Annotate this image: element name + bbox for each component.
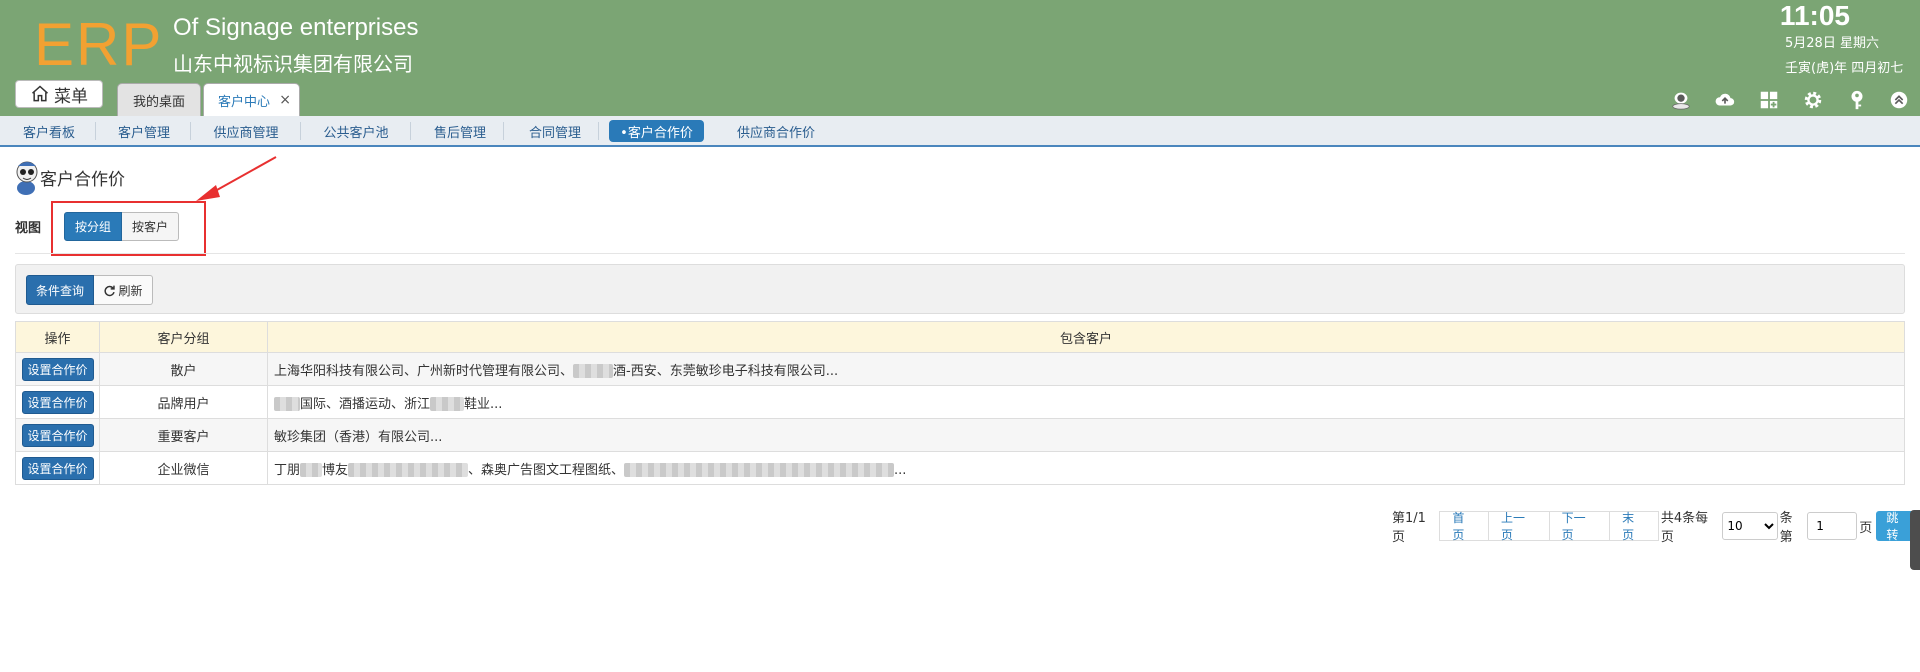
first-page-button[interactable]: 首页 — [1439, 511, 1490, 542]
user-icon[interactable] — [1668, 87, 1694, 113]
table-row: 设置合作价 品牌用户 国际、酒播运动、浙江 鞋业... — [15, 385, 1905, 419]
nav-divider — [95, 122, 96, 140]
set-price-button[interactable]: 设置合作价 — [21, 456, 94, 480]
mascot-icon — [16, 161, 38, 195]
group-cell: 企业微信 — [99, 451, 268, 485]
per-unit-text: 条第 — [1779, 511, 1793, 545]
redacted-text — [624, 463, 895, 477]
pagination: 第1/1页 首页 上一页 下一页 末页 共4条每页 10 条第 页 跳转 — [1392, 511, 1920, 545]
nav-divider — [300, 122, 301, 140]
table-row: 设置合作价 散户 上海华阳科技有限公司、广州新时代管理有限公司、 酒-西安、东莞敏… — [15, 352, 1905, 386]
nav-item-supplier-management[interactable]: 供应商管理 — [200, 120, 292, 142]
tab-customer-center[interactable]: 客户中心 × — [203, 83, 300, 116]
tab-my-desktop[interactable]: 我的桌面 — [117, 83, 201, 116]
refresh-label: 刷新 — [118, 283, 143, 298]
page-unit-text: 页 — [1859, 520, 1873, 536]
clock-time: 11:05 — [1779, 0, 1850, 31]
company-name-en: Of Signage enterprises — [173, 14, 419, 41]
page-info: 第1/1页 — [1392, 511, 1426, 545]
customers-cell: 上海华阳科技有限公司、广州新时代管理有限公司、 酒-西安、东莞敏珍电子科技有限公司… — [267, 352, 1905, 386]
column-header-action: 操作 — [15, 321, 100, 353]
customers-text: 丁朋 — [274, 462, 301, 478]
customers-text: 鞋业... — [464, 396, 503, 412]
menu-button-label: 菜单 — [54, 86, 88, 107]
table-row: 设置合作价 重要客户 敏珍集团（香港）有限公司... — [15, 418, 1905, 452]
group-cell: 品牌用户 — [99, 385, 268, 419]
redacted-text — [573, 364, 614, 378]
tab-close-icon[interactable]: × — [279, 92, 291, 108]
column-header-customers: 包含客户 — [267, 321, 1905, 353]
customers-cell: 国际、酒播运动、浙江 鞋业... — [267, 385, 1905, 419]
nav-item-supplier-price[interactable]: 供应商合作价 — [725, 120, 827, 142]
refresh-icon — [104, 285, 116, 296]
redacted-text — [300, 463, 323, 477]
app-header: ERP Of Signage enterprises 山东中视标识集团有限公司 … — [0, 0, 1920, 116]
nav-item-customer-price[interactable]: •客户合作价 — [609, 120, 704, 142]
home-icon — [32, 85, 48, 102]
view-label: 视图 — [15, 221, 42, 236]
page-size-select[interactable]: 10 — [1722, 512, 1778, 540]
nav-item-customer-board[interactable]: 客户看板 — [10, 120, 88, 142]
column-header-group: 客户分组 — [99, 321, 268, 353]
cloud-icon[interactable] — [1712, 87, 1738, 113]
annotation-highlight-box — [51, 201, 206, 256]
redacted-text — [348, 463, 469, 477]
table-toolbar: 条件查询 刷新 — [15, 264, 1905, 314]
nav-divider — [598, 122, 599, 140]
tab-label: 我的桌面 — [132, 94, 185, 110]
customers-text: 国际、酒播运动、浙江 — [300, 396, 431, 412]
customers-cell: 敏珍集团（香港）有限公司... — [267, 418, 1905, 452]
table-header-row: 操作 客户分组 包含客户 — [15, 321, 1905, 353]
nav-divider — [190, 122, 191, 140]
menu-button[interactable]: 菜单 — [15, 80, 103, 108]
redacted-text — [430, 397, 465, 411]
nav-divider — [503, 122, 504, 140]
customers-cell: 丁朋 博友 、森奥广告图文工程图纸、... — [267, 451, 1905, 485]
key-icon[interactable] — [1844, 87, 1870, 113]
section-divider — [15, 253, 1905, 254]
collapse-icon[interactable] — [1886, 87, 1912, 113]
customers-text: 、森奥广告图文工程图纸、 — [468, 462, 625, 478]
company-name-cn: 山东中视标识集团有限公司 — [173, 52, 413, 76]
apps-icon[interactable] — [1756, 87, 1782, 113]
refresh-button[interactable]: 刷新 — [94, 275, 153, 305]
gear-icon[interactable] — [1800, 87, 1826, 113]
group-cell: 重要客户 — [99, 418, 268, 452]
condition-query-button[interactable]: 条件查询 — [26, 275, 94, 305]
jump-page-input[interactable] — [1807, 512, 1858, 540]
customers-text: 酒-西安、东莞敏珍电子科技有限公司... — [613, 363, 839, 379]
next-page-button[interactable]: 下一页 — [1548, 511, 1611, 542]
nav-divider — [410, 122, 411, 140]
customer-group-table: 操作 客户分组 包含客户 设置合作价 散户 上海华阳科技有限公司、广州新时代管理… — [15, 321, 1905, 485]
erp-logo: ERP — [34, 11, 164, 78]
group-cell: 散户 — [99, 352, 268, 386]
page-title: 客户合作价 — [40, 170, 125, 190]
annotation-arrow-icon — [196, 156, 277, 201]
module-nav: 客户看板 客户管理 供应商管理 公共客户池 售后管理 合同管理 •客户合作价 供… — [0, 116, 1920, 147]
table-row: 设置合作价 企业微信 丁朋 博友 、森奥广告图文工程图纸、... — [15, 451, 1905, 485]
clock-lunar-date: 壬寅(虎)年 四月初七 — [1785, 61, 1904, 76]
nav-item-after-sales[interactable]: 售后管理 — [420, 120, 500, 142]
set-price-button[interactable]: 设置合作价 — [21, 390, 94, 414]
nav-item-public-customer-pool[interactable]: 公共客户池 — [310, 120, 402, 142]
redacted-text — [274, 397, 300, 411]
nav-item-contract-management[interactable]: 合同管理 — [515, 120, 595, 142]
clock-date: 5月28日 星期六 — [1785, 36, 1879, 51]
customers-text: 敏珍集团（香港）有限公司... — [274, 429, 443, 445]
tab-label: 客户中心 — [218, 94, 271, 110]
nav-item-customer-management[interactable]: 客户管理 — [105, 120, 183, 142]
total-count-text: 共4条每页 — [1660, 511, 1709, 545]
set-price-button[interactable]: 设置合作价 — [21, 423, 94, 447]
customers-text: ... — [894, 462, 907, 478]
set-price-button[interactable]: 设置合作价 — [21, 357, 94, 381]
last-page-button[interactable]: 末页 — [1609, 511, 1659, 542]
customers-text: 上海华阳科技有限公司、广州新时代管理有限公司、 — [274, 363, 574, 379]
prev-page-button[interactable]: 上一页 — [1488, 511, 1550, 542]
customers-text: 博友 — [322, 462, 349, 478]
side-panel-handle[interactable] — [1910, 510, 1920, 570]
